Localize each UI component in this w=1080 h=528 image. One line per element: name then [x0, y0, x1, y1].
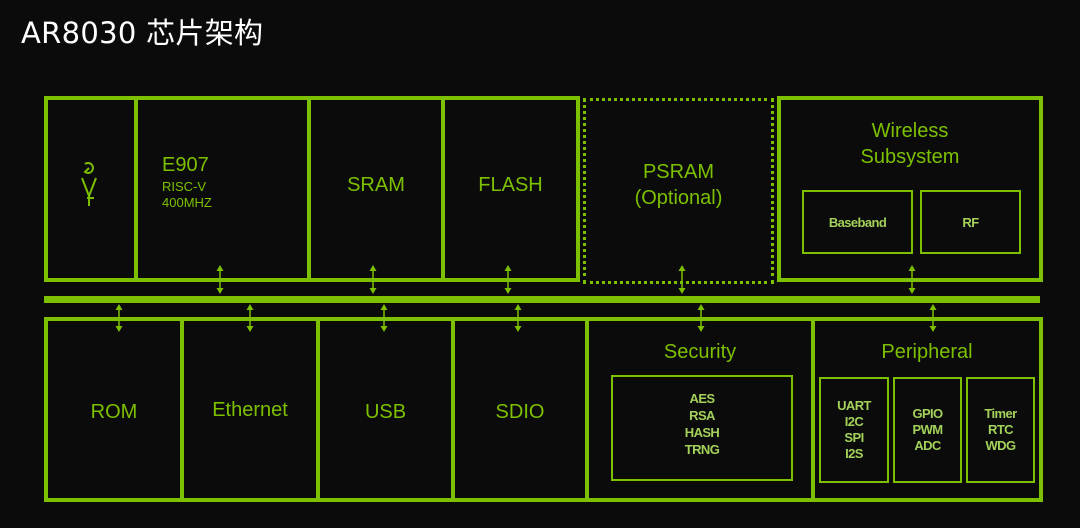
- top-bus-arrow: [678, 265, 686, 294]
- bottom-bus-arrow: [929, 304, 937, 332]
- top-bus-arrow: [216, 265, 224, 294]
- bottom-bus-arrow: [246, 304, 254, 332]
- bottom-bus-arrow: [514, 304, 522, 332]
- top-bus-arrow: [504, 265, 512, 294]
- bus-connections: [115, 265, 937, 332]
- bottom-bus-arrow: [115, 304, 123, 332]
- bottom-bus-arrow: [697, 304, 705, 332]
- top-bus-arrow: [908, 265, 916, 294]
- top-bus-arrow: [369, 265, 377, 294]
- bottom-bus-arrow: [380, 304, 388, 332]
